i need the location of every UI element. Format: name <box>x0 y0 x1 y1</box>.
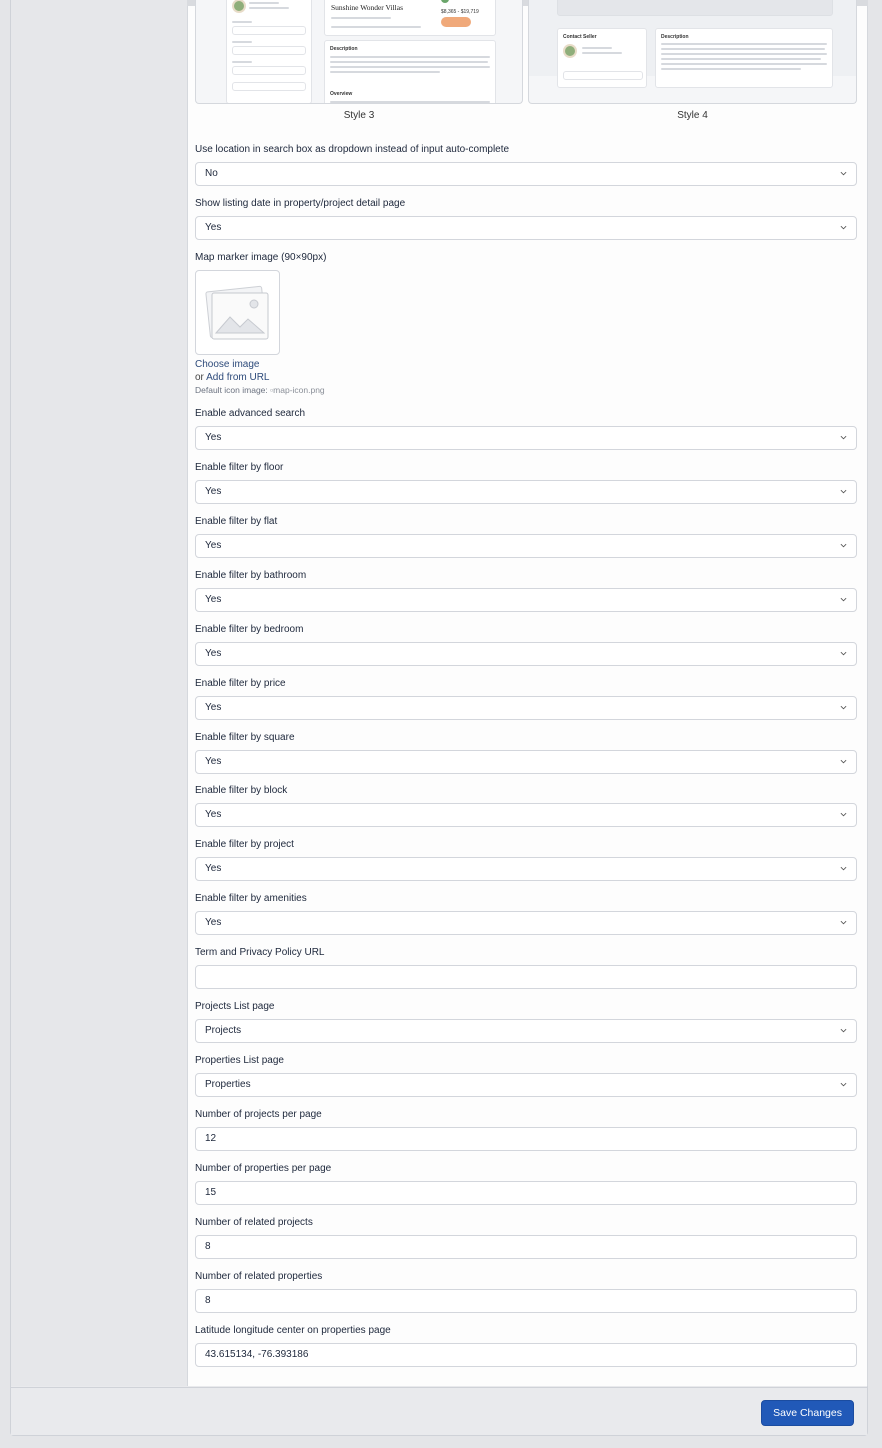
style-3-header-card: Sunshine Wonder Villas $8,365 - $19,719 <box>324 0 496 36</box>
save-changes-button[interactable]: Save Changes <box>761 1400 854 1426</box>
properties-list-page-value: Properties <box>205 1079 251 1090</box>
preview-price: $8,365 - $19,719 <box>441 9 479 15</box>
location-dropdown-label: Use location in search box as dropdown i… <box>195 144 510 155</box>
style-3-caption: Style 3 <box>343 110 375 121</box>
filter-project-select[interactable]: Yes <box>195 857 857 881</box>
filter-bedroom-value: Yes <box>205 648 222 659</box>
projects-list-page-label: Projects List page <box>195 1001 275 1012</box>
style-4-preview[interactable]: Contact Seller Description <box>528 0 857 104</box>
filter-price-select[interactable]: Yes <box>195 696 857 720</box>
status-dot <box>441 0 449 3</box>
filter-square-value: Yes <box>205 756 222 767</box>
filter-floor-value: Yes <box>205 486 222 497</box>
chevron-down-icon <box>840 704 847 711</box>
filter-bathroom-value: Yes <box>205 594 222 605</box>
advanced-search-label: Enable advanced search <box>195 408 306 419</box>
image-placeholder-icon <box>205 285 269 340</box>
default-icon-image: map-icon.png <box>273 385 325 395</box>
style-4-body-card: Description <box>655 28 833 88</box>
filter-square-select[interactable]: Yes <box>195 750 857 774</box>
filter-square-label: Enable filter by square <box>195 732 295 743</box>
related-properties-label: Number of related properties <box>195 1271 323 1282</box>
advanced-search-value: Yes <box>205 432 222 443</box>
preview-4-description-heading: Description <box>661 34 689 40</box>
projects-per-page-label: Number of projects per page <box>195 1109 322 1120</box>
related-projects-label: Number of related projects <box>195 1217 313 1228</box>
map-marker-image-placeholder[interactable] <box>195 270 280 355</box>
chevron-down-icon <box>840 488 847 495</box>
chevron-down-icon <box>840 865 847 872</box>
chevron-down-icon <box>840 811 847 818</box>
filter-floor-select[interactable]: Yes <box>195 480 857 504</box>
chevron-down-icon <box>840 170 847 177</box>
location-dropdown-value: No <box>205 168 218 179</box>
filter-floor-label: Enable filter by floor <box>195 462 284 473</box>
style-3-preview[interactable]: Sunshine Wonder Villas $8,365 - $19,719 … <box>195 0 523 104</box>
listing-date-label: Show listing date in property/project de… <box>195 198 406 209</box>
style-3-sidebar-card <box>226 0 312 103</box>
filter-bedroom-select[interactable]: Yes <box>195 642 857 666</box>
filter-price-value: Yes <box>205 702 222 713</box>
lat-long-center-input[interactable]: 43.615134, -76.393186 <box>195 1343 857 1367</box>
filter-block-select[interactable]: Yes <box>195 803 857 827</box>
filter-project-value: Yes <box>205 863 222 874</box>
properties-per-page-label: Number of properties per page <box>195 1163 332 1174</box>
filter-amenities-label: Enable filter by amenities <box>195 893 307 904</box>
chevron-down-icon <box>840 596 847 603</box>
preview-description-heading: Description <box>330 46 358 52</box>
map-marker-label: Map marker image (90×90px) <box>195 252 327 263</box>
choose-image-link[interactable]: Choose image <box>195 359 259 370</box>
filter-project-label: Enable filter by project <box>195 839 294 850</box>
chevron-down-icon <box>840 1081 847 1088</box>
filter-price-label: Enable filter by price <box>195 678 286 689</box>
chevron-down-icon <box>840 650 847 657</box>
advanced-search-select[interactable]: Yes <box>195 426 857 450</box>
projects-per-page-input[interactable]: 12 <box>195 1127 857 1151</box>
listing-date-select[interactable]: Yes <box>195 216 857 240</box>
filter-flat-select[interactable]: Yes <box>195 534 857 558</box>
chevron-down-icon <box>840 434 847 441</box>
style-4-caption: Style 4 <box>677 110 708 121</box>
filter-block-value: Yes <box>205 809 222 820</box>
filter-flat-label: Enable filter by flat <box>195 516 278 527</box>
filter-bathroom-label: Enable filter by bathroom <box>195 570 307 581</box>
term-privacy-input[interactable] <box>195 965 857 989</box>
chevron-down-icon <box>840 1027 847 1034</box>
listing-date-value: Yes <box>205 222 222 233</box>
seller-avatar <box>232 0 246 13</box>
left-column <box>11 0 187 1386</box>
filter-amenities-select[interactable]: Yes <box>195 911 857 935</box>
filter-amenities-value: Yes <box>205 917 222 928</box>
projects-list-page-value: Projects <box>205 1025 242 1036</box>
preview-title: Sunshine Wonder Villas <box>331 3 404 12</box>
style-3-body-card: Description Overview <box>324 40 496 103</box>
term-privacy-label: Term and Privacy Policy URL <box>195 947 325 958</box>
properties-per-page-input[interactable]: 15 <box>195 1181 857 1205</box>
preview-overview-heading: Overview <box>330 91 353 97</box>
properties-list-page-label: Properties List page <box>195 1055 284 1066</box>
preview-contact-heading: Contact Seller <box>563 34 597 40</box>
filter-bedroom-label: Enable filter by bedroom <box>195 624 304 635</box>
related-properties-input[interactable]: 8 <box>195 1289 857 1313</box>
add-from-url-link[interactable]: Add from URL <box>206 372 269 383</box>
chevron-down-icon <box>840 542 847 549</box>
filter-flat-value: Yes <box>205 540 222 551</box>
chevron-down-icon <box>840 919 847 926</box>
preview-contact-button <box>441 17 471 27</box>
related-projects-input[interactable]: 8 <box>195 1235 857 1259</box>
default-icon-hint: Default icon image: <box>195 385 268 395</box>
style-4-avatar <box>563 44 577 58</box>
or-text: or <box>195 372 204 383</box>
filter-block-label: Enable filter by block <box>195 785 288 796</box>
style-4-header-bar <box>557 0 833 16</box>
location-dropdown-select[interactable]: No <box>195 162 857 186</box>
filter-bathroom-select[interactable]: Yes <box>195 588 857 612</box>
chevron-down-icon <box>840 224 847 231</box>
form-footer: Save Changes <box>11 1387 867 1435</box>
projects-list-page-select[interactable]: Projects <box>195 1019 857 1043</box>
lat-long-center-label: Latitude longitude center on properties … <box>195 1325 391 1336</box>
chevron-down-icon <box>840 758 847 765</box>
properties-list-page-select[interactable]: Properties <box>195 1073 857 1097</box>
style-4-contact-card: Contact Seller <box>557 28 647 88</box>
